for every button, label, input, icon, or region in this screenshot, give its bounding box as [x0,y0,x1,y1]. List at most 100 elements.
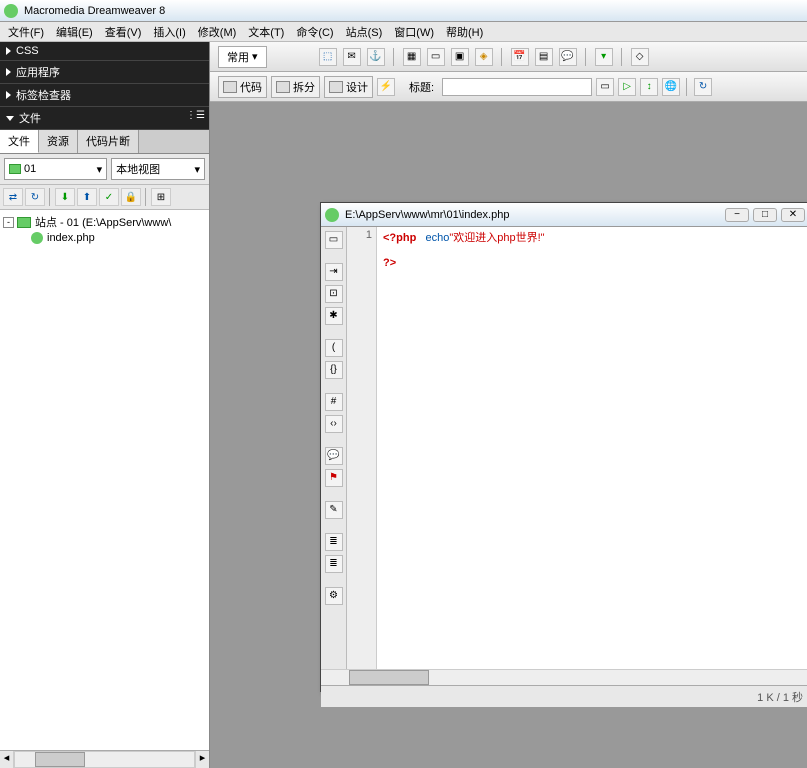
folder-icon [9,164,21,174]
put-button[interactable]: ⬆ [77,188,97,206]
document-titlebar[interactable]: E:\AppServ\www\mr\01\index.php − □ ✕ [321,203,807,227]
app-titlebar: Macromedia Dreamweaver 8 [0,0,807,22]
document-path: E:\AppServ\www\mr\01\index.php [345,209,509,221]
sidebar-scrollbar[interactable]: ◂▸ [0,750,209,768]
indent-icon[interactable]: ✎ [325,501,343,519]
files-tabs: 文件 资源 代码片断 [0,130,209,154]
connect-button[interactable]: ⇄ [3,188,23,206]
view-selector[interactable]: 本地视图▾ [111,158,205,180]
menu-help[interactable]: 帮助(H) [440,22,489,42]
file-management-icon[interactable]: ↕ [640,78,658,96]
files-toolbar: ⇄ ↻ ⬇ ⬆ ✓ 🔒 ⊞ [0,185,209,210]
tab-files[interactable]: 文件 [0,130,39,153]
panel-css[interactable]: CSS [0,42,209,61]
tree-root[interactable]: -站点 - 01 (E:\AppServ\www\ [3,213,206,231]
main-menubar: 文件(F) 编辑(E) 查看(V) 插入(I) 修改(M) 文本(T) 命令(C… [0,22,807,42]
select-parent-icon[interactable]: ✱ [325,307,343,325]
design-view-button[interactable]: 设计 [324,76,373,98]
design-icon [329,81,343,93]
title-label: 标题: [409,79,434,95]
panel-files[interactable]: 文件⋮☰ [0,107,209,130]
named-anchor-icon[interactable]: ⚓ [367,48,385,66]
sidebar: CSS 应用程序 标签检查器 文件⋮☰ 文件 资源 代码片断 01▾ 本地视图▾… [0,42,210,768]
close-button[interactable]: ✕ [781,208,805,222]
menu-file[interactable]: 文件(F) [2,22,50,42]
menu-window[interactable]: 窗口(W) [388,22,440,42]
doc-icon [325,208,339,222]
menu-commands[interactable]: 命令(C) [290,22,339,42]
tab-assets[interactable]: 资源 [39,130,78,153]
insert-category-dropdown[interactable]: 常用 ▾ [218,46,267,68]
format-source-icon[interactable]: ⚙ [325,587,343,605]
no-browser-check-icon[interactable]: ▭ [596,78,614,96]
menu-modify[interactable]: 修改(M) [192,22,243,42]
panel-tag-inspector[interactable]: 标签检查器 [0,84,209,107]
minimize-button[interactable]: − [725,208,749,222]
tab-snippets[interactable]: 代码片断 [78,130,139,153]
table-icon[interactable]: ▦ [403,48,421,66]
line-gutter: 1 [347,227,377,669]
highlight-invalid-icon[interactable]: # [325,393,343,411]
media-icon[interactable]: ◈ [475,48,493,66]
panel-options-icon[interactable]: ⋮☰ [186,110,205,121]
date-icon[interactable]: 📅 [511,48,529,66]
word-wrap-icon[interactable]: ⚑ [325,469,343,487]
checkin-button[interactable]: 🔒 [121,188,141,206]
code-toolbar: ▭ ⇥ ⊡ ✱ ( {} # ‹› 💬 ⚑ [321,227,347,669]
status-size-info: 1 K / 1 秒 [757,689,803,705]
refresh-button[interactable]: ↻ [25,188,45,206]
preview-icon[interactable]: 🌐 [662,78,680,96]
menu-view[interactable]: 查看(V) [99,22,148,42]
email-link-icon[interactable]: ✉ [343,48,361,66]
app-title: Macromedia Dreamweaver 8 [24,5,165,17]
menu-insert[interactable]: 插入(I) [147,22,191,42]
expand-all-icon[interactable]: ⊡ [325,285,343,303]
main-area: 常用 ▾ ⬚ ✉ ⚓ ▦ ▭ ▣ ◈ 📅 ▤ 💬 ▾ ◇ 代码 拆分 设计 ⚡ … [210,42,807,768]
menu-text[interactable]: 文本(T) [242,22,290,42]
validate-icon[interactable]: ▷ [618,78,636,96]
open-documents-icon[interactable]: ▭ [325,231,343,249]
get-button[interactable]: ⬇ [55,188,75,206]
div-icon[interactable]: ▭ [427,48,445,66]
comment-icon[interactable]: 💬 [559,48,577,66]
chevron-down-icon: ▾ [97,163,103,176]
document-toolbar: 代码 拆分 设计 ⚡ 标题: ▭ ▷ ↕ 🌐 ↻ [210,72,807,102]
collapse-tag-icon[interactable]: ⇥ [325,263,343,281]
panel-application[interactable]: 应用程序 [0,61,209,84]
tag-chooser-icon[interactable]: ◇ [631,48,649,66]
folder-icon [17,217,31,228]
menu-edit[interactable]: 编辑(E) [50,22,99,42]
split-view-button[interactable]: 拆分 [271,76,320,98]
image-icon[interactable]: ▣ [451,48,469,66]
expand-button[interactable]: ⊞ [151,188,171,206]
server-include-icon[interactable]: ▤ [535,48,553,66]
site-selector[interactable]: 01▾ [4,158,107,180]
code-icon [223,81,237,93]
templates-icon[interactable]: ▾ [595,48,613,66]
code-view-button[interactable]: 代码 [218,76,267,98]
document-statusbar: 1 K / 1 秒 [321,685,807,707]
chevron-down-icon: ▾ [194,163,200,176]
refresh-design-icon[interactable]: ↻ [694,78,712,96]
live-data-icon[interactable]: ⚡ [377,78,395,96]
workspace: E:\AppServ\www\mr\01\index.php − □ ✕ ▭ ⇥… [210,102,807,768]
code-editor[interactable]: <?php echo"欢迎进入php世界!" ?> [377,227,807,669]
balance-braces-icon[interactable]: ( [325,339,343,357]
hyperlink-icon[interactable]: ⬚ [319,48,337,66]
syntax-coloring-icon[interactable]: ‹› [325,415,343,433]
line-numbers-icon[interactable]: {} [325,361,343,379]
php-file-icon [31,232,43,244]
collapse-icon[interactable]: - [3,217,14,228]
auto-indent-icon[interactable]: 💬 [325,447,343,465]
file-tree: -站点 - 01 (E:\AppServ\www\ index.php [0,210,209,750]
document-h-scrollbar[interactable] [321,669,807,685]
title-input[interactable] [442,78,592,96]
checkout-button[interactable]: ✓ [99,188,119,206]
outdent-right-icon[interactable]: ≣ [325,555,343,573]
maximize-button[interactable]: □ [753,208,777,222]
menu-site[interactable]: 站点(S) [340,22,389,42]
tree-file[interactable]: index.php [3,231,206,245]
document-window: E:\AppServ\www\mr\01\index.php − □ ✕ ▭ ⇥… [320,202,807,692]
split-icon [276,81,290,93]
outdent-left-icon[interactable]: ≣ [325,533,343,551]
